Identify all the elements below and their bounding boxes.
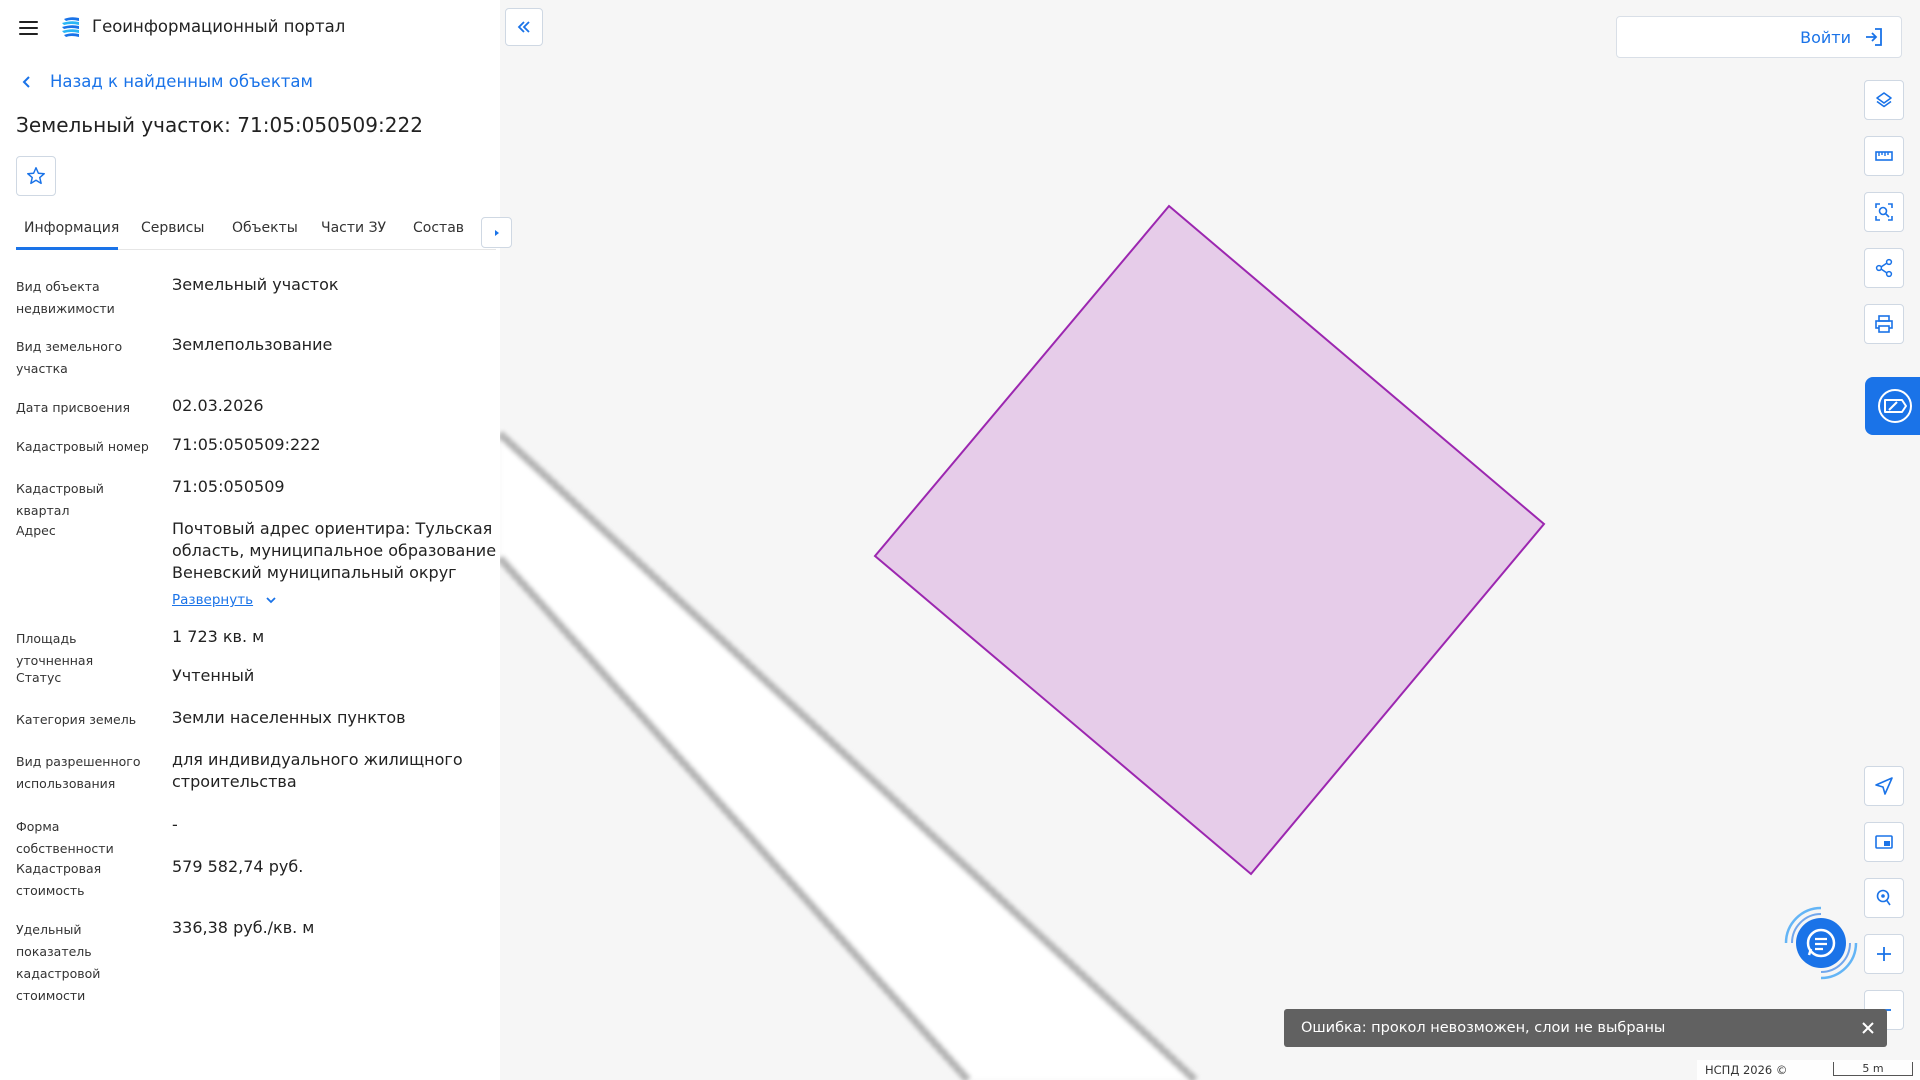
layers-icon bbox=[1876, 92, 1892, 108]
prop-label-cadastral-quarter: Кадастровый квартал bbox=[16, 481, 104, 518]
double-chevron-left-icon bbox=[517, 21, 530, 33]
tab-information[interactable]: Информация bbox=[24, 220, 119, 236]
sidebar-header: Геоинформационный портал bbox=[0, 0, 500, 56]
tab-composition[interactable]: Состав bbox=[413, 220, 464, 236]
login-button[interactable]: Войти bbox=[1616, 16, 1902, 58]
minimap-button[interactable] bbox=[1864, 822, 1904, 862]
prop-value-specific-value: 336,38 руб./кв. м bbox=[172, 918, 315, 937]
caret-right-icon bbox=[494, 229, 499, 236]
prop-label-cadastral-value: Кадастровая стоимость bbox=[16, 861, 102, 898]
favorite-button[interactable] bbox=[16, 156, 56, 196]
share-button[interactable] bbox=[1864, 248, 1904, 288]
map-panel-tab[interactable] bbox=[1865, 377, 1920, 435]
back-to-results-link[interactable]: Назад к найденным объектам bbox=[18, 72, 313, 91]
chevron-down-icon bbox=[266, 597, 276, 604]
chevron-left-icon bbox=[22, 75, 30, 88]
expand-label: Развернуть bbox=[172, 592, 254, 608]
prop-label-object-type: Вид объекта недвижимости bbox=[16, 279, 115, 316]
print-button[interactable] bbox=[1864, 304, 1904, 344]
chat-button[interactable] bbox=[1778, 900, 1864, 986]
prop-value-cadastral-value: 579 582,74 руб. bbox=[172, 857, 304, 876]
close-icon[interactable] bbox=[1858, 1018, 1878, 1038]
zoom-in-icon bbox=[1877, 947, 1891, 961]
prop-label-address: Адрес bbox=[16, 523, 56, 538]
location-pin-icon bbox=[1876, 889, 1891, 906]
prop-value-cadastral-number: 71:05:050509:222 bbox=[172, 435, 321, 454]
prop-value-ownership: - bbox=[172, 815, 178, 834]
map-canvas[interactable] bbox=[500, 0, 1920, 1080]
prop-value-object-type: Земельный участок bbox=[172, 275, 339, 294]
sidebar: Геоинформационный портал Назад к найденн… bbox=[0, 0, 512, 1080]
prop-value-assign-date: 02.03.2026 bbox=[172, 396, 264, 415]
navigate-button[interactable] bbox=[1864, 766, 1904, 806]
prop-value-area: 1 723 кв. м bbox=[172, 627, 265, 646]
map-footer: НСПД 2026 © 5 m bbox=[1697, 1060, 1920, 1080]
prop-label-assign-date: Дата присвоения bbox=[16, 400, 130, 415]
star-icon bbox=[27, 167, 45, 185]
prop-label-area: Площадь уточненная bbox=[16, 631, 94, 668]
ruler-button[interactable] bbox=[1864, 136, 1904, 176]
prop-value-cadastral-quarter: 71:05:050509 bbox=[172, 477, 285, 496]
login-label: Войти bbox=[1800, 27, 1851, 47]
login-icon bbox=[1866, 28, 1882, 46]
prop-value-permitted-use: для индивидуального жилищного строительс… bbox=[172, 750, 463, 791]
toast-message: Ошибка: прокол невозможен, слои не выбра… bbox=[1301, 1020, 1666, 1036]
tab-objects[interactable]: Объекты bbox=[232, 220, 298, 236]
ruler-icon bbox=[1875, 151, 1893, 161]
tab-services[interactable]: Сервисы bbox=[141, 220, 204, 236]
map-drawing bbox=[500, 204, 1546, 1080]
hamburger-icon[interactable] bbox=[14, 14, 42, 42]
prop-value-land-category: Земли населенных пунктов bbox=[172, 708, 406, 727]
prop-label-parcel-type: Вид земельного участка bbox=[16, 339, 123, 376]
app-title: Геоинформационный портал bbox=[92, 17, 346, 36]
navigate-icon bbox=[1875, 777, 1893, 795]
location-button[interactable] bbox=[1864, 878, 1904, 918]
prop-label-ownership: Форма собственности bbox=[16, 819, 114, 856]
prop-label-land-category: Категория земель bbox=[16, 712, 137, 727]
prop-label-cadastral-number: Кадастровый номер bbox=[16, 439, 149, 454]
portal-logo-icon[interactable] bbox=[59, 15, 83, 41]
parcel-polygon[interactable] bbox=[873, 204, 1546, 876]
expand-address-link[interactable]: Развернуть bbox=[172, 592, 277, 608]
active-tab-indicator bbox=[16, 247, 118, 250]
map-panel-icon bbox=[1878, 389, 1912, 423]
chat-icon bbox=[1784, 906, 1858, 980]
copyright-text: НСПД 2026 © bbox=[1705, 1063, 1788, 1077]
error-toast: Ошибка: прокол невозможен, слои не выбра… bbox=[1284, 1009, 1887, 1047]
tab-bar: Информация Сервисы Объекты Части ЗУ Сост… bbox=[16, 212, 512, 250]
prop-value-parcel-type: Землепользование bbox=[172, 335, 333, 354]
tabs-scroll-right-button[interactable] bbox=[481, 217, 512, 248]
back-link-label: Назад к найденным объектам bbox=[50, 72, 313, 91]
zoom-in-button[interactable] bbox=[1864, 934, 1904, 974]
prop-label-specific-value: Удельный показатель кадастровой стоимост… bbox=[16, 922, 101, 1003]
minimap-icon bbox=[1875, 835, 1893, 849]
prop-value-status: Учтенный bbox=[172, 666, 255, 685]
collapse-sidebar-button[interactable] bbox=[505, 8, 543, 46]
print-icon bbox=[1875, 315, 1893, 333]
prop-label-status: Статус bbox=[16, 670, 62, 685]
area-select-icon bbox=[1875, 203, 1893, 221]
page-title: Земельный участок: 71:05:050509:222 bbox=[16, 113, 423, 137]
area-select-button[interactable] bbox=[1864, 192, 1904, 232]
prop-value-address: Почтовый адрес ориентира: Тульская облас… bbox=[172, 519, 497, 582]
share-icon bbox=[1875, 258, 1893, 278]
prop-label-permitted-use: Вид разрешенного использования bbox=[16, 754, 141, 791]
scale-bar: 5 m bbox=[1833, 1062, 1913, 1076]
layers-button[interactable] bbox=[1864, 80, 1904, 120]
tab-parcel-parts[interactable]: Части ЗУ bbox=[321, 220, 386, 236]
